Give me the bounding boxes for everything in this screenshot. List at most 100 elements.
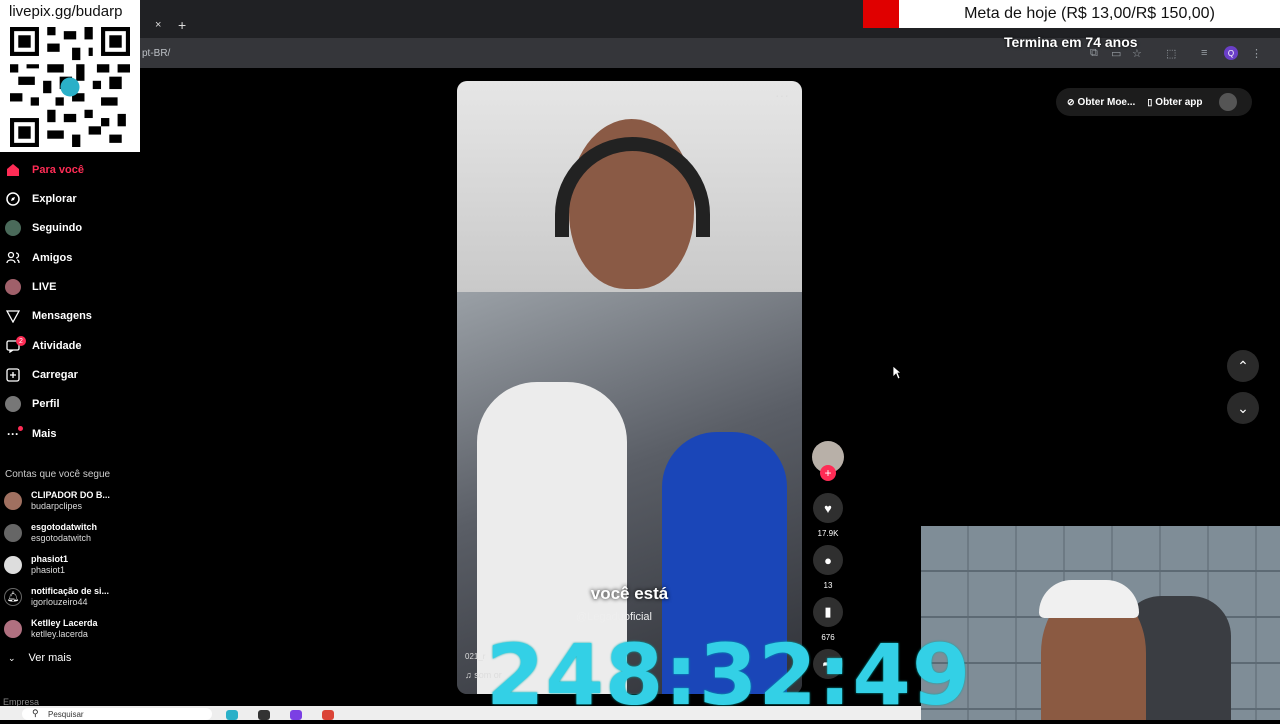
nav-label: Carregar [32, 369, 78, 381]
user-avatar[interactable] [1218, 93, 1237, 111]
followed-account[interactable]: esgotodatwitch esgotodatwitch [4, 518, 97, 548]
compass-icon [5, 191, 21, 207]
next-video-button[interactable]: ⌄ [1227, 392, 1259, 424]
streamer-webcam [921, 526, 1280, 720]
nav-upload[interactable]: Carregar [0, 362, 78, 388]
like-button[interactable]: ♥ [813, 493, 843, 523]
account-name: notificação de si... [31, 586, 110, 596]
qr-code [10, 27, 130, 147]
taskbar-search-placeholder: Pesquisar [48, 710, 84, 719]
nav-label: Mais [32, 428, 57, 440]
profile-avatar[interactable]: Q [1224, 46, 1238, 60]
nav-friends[interactable]: Amigos [0, 245, 72, 271]
stream-timer: 248:32:49 [486, 626, 972, 724]
nav-label: Mensagens [32, 310, 92, 322]
nav-live[interactable]: LIVE [0, 274, 56, 300]
nav-label: Atividade [32, 340, 82, 352]
new-tab-button[interactable]: + [178, 17, 186, 33]
followed-account[interactable]: phasiot1 phasiot1 [4, 550, 68, 580]
more-badge [18, 426, 23, 431]
bell-icon: 🔔︎ [4, 588, 22, 606]
account-name: CLIPADOR DO B... [31, 490, 110, 500]
reading-list-icon[interactable]: ≡ [1201, 47, 1207, 59]
following-header: Contas que você segue [5, 469, 111, 480]
see-more-button[interactable]: ⌄ Ver mais [8, 652, 71, 664]
search-icon: ⚲ [32, 708, 39, 718]
streamer-cap [1039, 580, 1139, 618]
twitch-icon[interactable] [290, 710, 302, 720]
extensions-icon[interactable]: ⬚ [1166, 47, 1176, 60]
nav-label: Para você [32, 164, 84, 176]
nav-explore[interactable]: Explorar [0, 186, 77, 212]
avatar [4, 492, 22, 510]
video-author[interactable]: 021_r [465, 652, 485, 661]
followed-account[interactable]: 🔔︎ notificação de si... igorlouzeiro44 [4, 582, 109, 612]
heart-icon: ♥ [824, 500, 832, 516]
daily-goal-bar: Meta de hoje (R$ 13,00/R$ 150,00) [899, 0, 1280, 28]
account-handle: igorlouzeiro44 [31, 597, 88, 607]
goal-indicator [863, 0, 899, 28]
nav-label: Explorar [32, 193, 77, 205]
nav-for-you[interactable]: Para você [0, 157, 84, 183]
header-actions: ⊘ Obter Moe... ▯ Obter app [1056, 88, 1252, 116]
nav-label: Amigos [32, 252, 73, 264]
close-tab-button[interactable]: × [155, 19, 161, 31]
nav-label: LIVE [32, 281, 57, 293]
profile-avatar-icon [5, 396, 21, 412]
activity-badge: 2 [16, 336, 26, 346]
livepix-overlay: livepix.gg/budarp [0, 0, 140, 152]
video-caption: você está [590, 584, 669, 603]
live-avatar-icon [5, 279, 21, 295]
livepix-url: livepix.gg/budarp [9, 3, 123, 20]
like-count: 17.9K [817, 529, 839, 538]
mouse-cursor-icon [892, 365, 902, 380]
chevron-up-icon: ⌃ [1237, 357, 1249, 374]
followed-account[interactable]: Ketlley Lacerda ketlley.lacerda [4, 614, 98, 644]
home-icon [5, 162, 21, 178]
account-handle: budarpclipes [31, 501, 83, 511]
get-app-button[interactable]: Obter app [1155, 97, 1202, 108]
account-name: Ketlley Lacerda [31, 618, 98, 628]
nav-label: Seguindo [32, 222, 83, 234]
nav-label: Perfil [32, 398, 60, 410]
previous-video-button[interactable]: ⌃ [1227, 350, 1259, 382]
follow-plus-button[interactable]: + [820, 465, 836, 481]
url-text[interactable]: pt-BR/ [142, 48, 170, 59]
following-avatar-icon [5, 220, 21, 236]
video-top-frame [457, 81, 802, 292]
nav-more[interactable]: ··· Mais [0, 421, 56, 447]
comment-button[interactable]: ● [813, 545, 843, 575]
avatar [4, 620, 22, 638]
taskbar-app-icon[interactable] [258, 710, 270, 720]
nav-following[interactable]: Seguindo [0, 215, 82, 241]
nav-messages[interactable]: Mensagens [0, 303, 92, 329]
comment-icon: ● [824, 552, 832, 568]
video-more-icon[interactable]: ··· [775, 87, 789, 103]
avatar [4, 524, 22, 542]
friends-icon [5, 250, 21, 266]
video-watermark-handle: @Legaduoficial [576, 611, 652, 623]
account-name: esgotodatwitch [31, 522, 98, 532]
account-handle: phasiot1 [31, 565, 66, 575]
nav-activity[interactable]: Atividade [0, 333, 82, 359]
goal-ends-text: Termina em 74 anos [1004, 34, 1138, 50]
coins-icon: ⊘ [1067, 96, 1075, 107]
chrome-icon[interactable] [322, 710, 334, 720]
account-handle: ketlley.lacerda [31, 629, 88, 639]
bookmark-icon: ▮ [824, 604, 832, 619]
get-coins-button[interactable]: Obter Moe... [1078, 97, 1136, 108]
comment-count: 13 [823, 581, 833, 590]
phone-icon: ▯ [1147, 96, 1153, 107]
nav-profile[interactable]: Perfil [0, 391, 60, 417]
chevron-down-icon: ⌄ [1237, 399, 1249, 416]
video-player[interactable]: ··· você está @Legaduoficial 021_r ♫ som… [457, 81, 802, 694]
send-icon [5, 308, 21, 324]
chevron-down-icon: ⌄ [8, 652, 16, 663]
browser-menu-icon[interactable]: ⋮ [1251, 47, 1262, 60]
see-more-label: Ver mais [28, 652, 72, 664]
account-handle: esgotodatwitch [31, 533, 92, 543]
upload-icon [5, 367, 21, 383]
save-button[interactable]: ▮ [813, 597, 843, 627]
followed-account[interactable]: CLIPADOR DO B... budarpclipes [4, 486, 110, 516]
taskbar-app-icon[interactable] [226, 710, 238, 720]
